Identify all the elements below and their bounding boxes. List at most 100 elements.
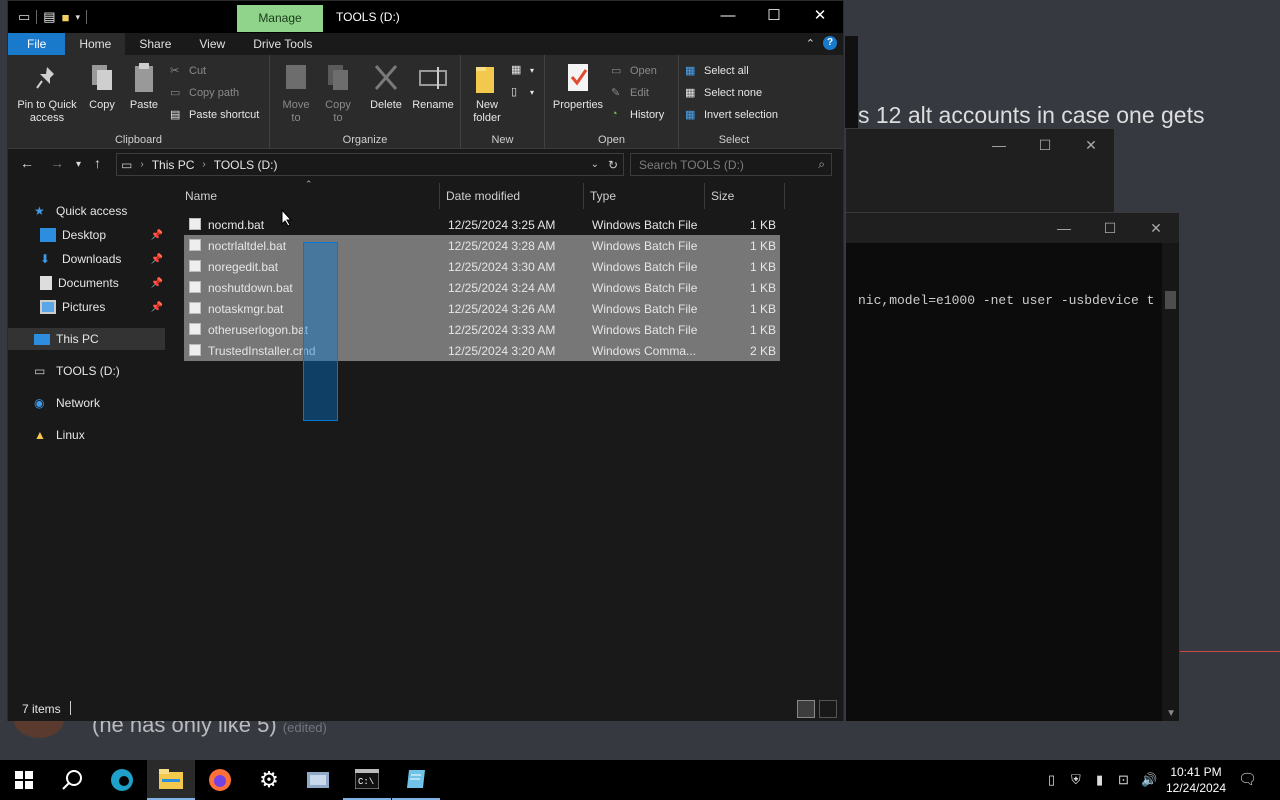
network-tray-icon[interactable]: ⊡ [1118, 772, 1129, 788]
cmd-scrollbar[interactable]: ▼ [1162, 243, 1179, 721]
nav-desktop[interactable]: Desktop 📌 [8, 224, 165, 246]
nav-downloads[interactable]: ⬇ Downloads 📌 [8, 248, 165, 270]
large-icons-view-icon[interactable] [819, 700, 837, 718]
minimize-button[interactable]: — [705, 1, 751, 33]
start-button[interactable] [0, 760, 48, 800]
address-dropdown-icon[interactable]: ⌄ [591, 159, 599, 170]
paste-shortcut-button[interactable]: ▤ Paste shortcut [170, 108, 259, 122]
column-size[interactable]: Size [711, 189, 734, 203]
rename-button[interactable]: Rename [410, 61, 456, 112]
taskbar-terminal[interactable]: C:\ [343, 760, 391, 800]
manage-context-tab[interactable]: Manage [237, 5, 323, 32]
taskbar-file-explorer[interactable] [147, 760, 195, 800]
nav-documents[interactable]: Documents 📌 [8, 272, 165, 294]
close-button[interactable]: ✕ [797, 1, 843, 33]
security-shield-icon[interactable]: ⛨ [1071, 772, 1081, 788]
tab-drive-tools[interactable]: Drive Tools [239, 33, 326, 55]
quick-access-toolbar: ▭ ▤ ■ ▾ [8, 1, 87, 33]
nav-linux[interactable]: ▲ Linux [8, 424, 165, 446]
notification-icon[interactable]: 🗨 [1238, 770, 1257, 788]
nav-quick-access[interactable]: ★ Quick access [8, 200, 165, 222]
column-divider[interactable] [784, 183, 785, 209]
copy-button[interactable]: Copy [84, 61, 120, 112]
recent-locations-icon[interactable]: ▾ [76, 159, 81, 170]
details-view-icon[interactable] [797, 700, 815, 718]
column-divider[interactable] [439, 183, 440, 209]
cmd-close-button[interactable]: ✕ [1133, 220, 1179, 237]
table-row[interactable]: TrustedInstaller.cmd 12/25/2024 3:20 AM Wi… [184, 340, 780, 361]
refresh-icon[interactable]: ↻ [608, 158, 618, 172]
column-date-modified[interactable]: Date modified [446, 189, 520, 203]
tab-share[interactable]: Share [125, 33, 185, 55]
table-row[interactable]: noregedit.bat 12/25/2024 3:30 AM Windows B… [184, 256, 780, 277]
paste-button[interactable]: Paste [126, 61, 162, 112]
command-prompt-window[interactable]: — ☐ ✕ nic,model=e1000 -net user -usbdevi… [845, 212, 1180, 722]
maximize-button[interactable]: ☐ [751, 1, 797, 33]
table-row[interactable]: noctrlaltdel.bat 12/25/2024 3:28 AM Window… [184, 235, 780, 256]
tablet-mode-icon[interactable]: ▯ [1048, 772, 1055, 788]
cmd-scroll-thumb[interactable] [1165, 291, 1176, 309]
nav-network[interactable]: ◉ Network [8, 392, 165, 414]
cmd-minimize-button[interactable]: — [1041, 220, 1087, 236]
column-divider[interactable] [583, 183, 584, 209]
taskbar-firefox[interactable] [196, 760, 244, 800]
select-all-icon: ▦ [685, 65, 696, 77]
properties-qat-icon[interactable]: ▤ [43, 9, 55, 25]
edit-button[interactable]: ✎ Edit [611, 86, 649, 100]
invert-selection-button[interactable]: ▦ Invert selection [685, 108, 778, 122]
taskbar-search-button[interactable] [48, 760, 96, 800]
copy-to-button[interactable]: Copy to [320, 61, 356, 125]
nav-this-pc[interactable]: This PC [8, 328, 165, 350]
table-row[interactable]: notaskmgr.bat 12/25/2024 3:26 AM Windows B… [184, 298, 780, 319]
group-label-organize: Organize [342, 134, 388, 146]
new-folder-qat-icon[interactable]: ■ [62, 10, 70, 25]
select-none-button[interactable]: ▦ Select none [685, 86, 762, 100]
easy-access-button[interactable]: ▯ ▾ [511, 85, 534, 99]
table-row[interactable]: otheruserlogon.bat 12/25/2024 3:33 AM Wind… [184, 319, 780, 340]
table-row[interactable]: noshutdown.bat 12/25/2024 3:24 AM Windows … [184, 277, 780, 298]
cut-button[interactable]: ✂ Cut [170, 64, 206, 78]
column-type[interactable]: Type [590, 189, 616, 203]
minimize-ribbon-icon[interactable]: ⌃ [806, 37, 815, 50]
tab-home[interactable]: Home [65, 33, 126, 55]
pin-icon [32, 61, 62, 95]
customize-qat-icon[interactable]: ▾ [75, 12, 80, 23]
up-arrow-icon[interactable]: ↑ [94, 155, 101, 171]
forward-arrow-icon[interactable]: → [50, 155, 64, 171]
taskbar-edge[interactable] [98, 760, 146, 800]
clock[interactable]: 10:41 PM 12/24/2024 [1160, 764, 1232, 796]
select-all-button[interactable]: ▦ Select all [685, 64, 749, 78]
delete-button[interactable]: Delete [366, 61, 406, 112]
pin-quick-access-button[interactable]: Pin to Quick access [14, 61, 80, 125]
back-arrow-icon[interactable]: ← [20, 155, 34, 171]
tab-file[interactable]: File [8, 33, 66, 55]
column-divider[interactable] [704, 183, 705, 209]
bg-close-button[interactable]: ✕ [1068, 137, 1114, 154]
bg-maximize-button[interactable]: ☐ [1022, 137, 1068, 154]
nav-pictures[interactable]: Pictures 📌 [8, 296, 165, 318]
move-to-button[interactable]: Move to [278, 61, 314, 125]
nav-tools-drive[interactable]: ▭ TOOLS (D:) [8, 360, 165, 382]
taskbar-notepad[interactable] [392, 760, 440, 800]
address-bar[interactable]: ▭ › This PC › TOOLS (D:) ⌄ ↻ [116, 153, 624, 176]
battery-icon[interactable]: ▮ [1096, 772, 1103, 788]
open-button[interactable]: ▭ Open [611, 64, 657, 78]
tab-view[interactable]: View [185, 33, 239, 55]
new-item-button[interactable]: ▦ ▾ [511, 63, 534, 77]
volume-icon[interactable]: 🔊 [1141, 772, 1157, 788]
breadcrumb-this-pc[interactable]: This PC [152, 158, 195, 172]
history-button[interactable]: ◔ History [611, 108, 664, 122]
help-icon[interactable]: ? [823, 36, 837, 50]
breadcrumb-tools[interactable]: TOOLS (D:) [214, 158, 278, 172]
table-row[interactable]: nocmd.bat 12/25/2024 3:25 AM Windows Batch… [184, 214, 780, 235]
copy-path-button[interactable]: ▭ Copy path [170, 86, 239, 100]
new-folder-button[interactable]: New folder [467, 61, 507, 125]
cmd-maximize-button[interactable]: ☐ [1087, 220, 1133, 237]
scroll-down-icon[interactable]: ▼ [1166, 708, 1176, 719]
taskbar-settings[interactable]: ⚙ [245, 760, 293, 800]
properties-button[interactable]: Properties [551, 61, 605, 112]
bg-minimize-button[interactable]: — [976, 137, 1022, 153]
taskbar-app[interactable] [294, 760, 342, 800]
column-name[interactable]: Name [185, 189, 217, 203]
search-input[interactable]: Search TOOLS (D:) ⌕ [630, 153, 832, 176]
